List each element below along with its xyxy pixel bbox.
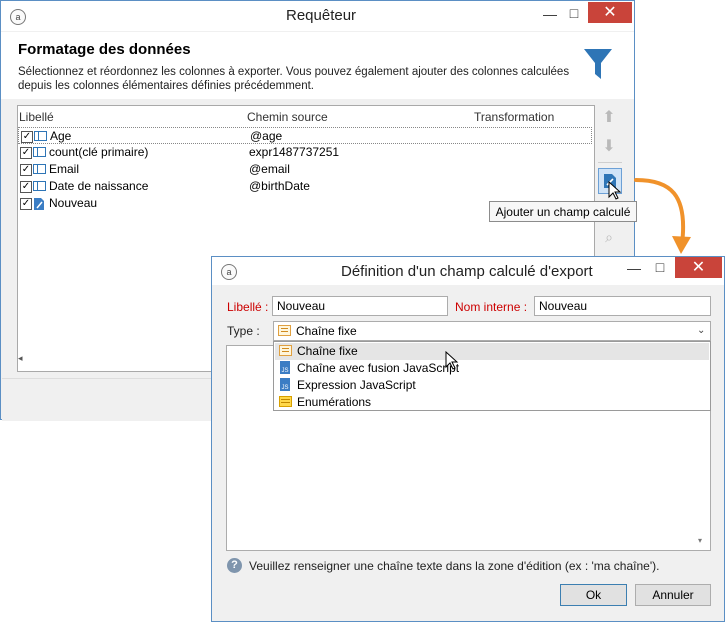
minimize-icon[interactable]: — [624,260,644,276]
row-path: @age [250,129,283,143]
close-button[interactable]: ✕ [675,257,722,278]
row-path: @birthDate [249,179,310,193]
move-down-icon[interactable]: ⬇ [599,136,619,156]
dropdown-option-js-expression[interactable]: JS Expression JavaScript [275,377,709,394]
row-label: Age [50,129,72,143]
table-row[interactable]: ✓ Email @email [18,161,592,178]
internal-name-caption: Nom interne : [455,300,528,314]
type-select[interactable]: Chaîne fixe ⌄ [273,321,711,341]
main-window-title: Requêteur [286,7,357,24]
page-description-line2: depuis les colonnes élémentaires définie… [18,80,314,92]
row-path: expr1487737251 [249,145,340,159]
row-checkbox[interactable]: ✓ [20,181,32,193]
mouse-cursor-icon [445,351,459,370]
table-row[interactable]: ✓ count(clé primaire) expr1487737251 [18,144,592,161]
toolbar-divider [598,162,622,163]
option-label: Expression JavaScript [297,378,416,392]
internal-name-field[interactable]: Nouveau [534,296,711,316]
row-path: @email [249,162,290,176]
type-selected-value: Chaîne fixe [296,324,357,338]
calculated-field-icon [34,198,44,210]
field-icon [33,181,46,191]
adobe-campaign-icon: a [221,264,237,280]
page-description-line1: Sélectionnez et réordonnez les colonnes … [18,66,570,78]
row-label: count(clé primaire) [49,145,149,159]
column-header-transformation[interactable]: Transformation [474,110,554,124]
preview-icon[interactable]: ⌕ [599,229,619,246]
column-header-path[interactable]: Chemin source [247,110,328,124]
row-label: Nouveau [49,196,98,210]
row-label: Date de naissance [49,179,149,193]
header-panel: Formatage des données Sélectionnez et ré… [1,32,634,99]
option-label: Chaîne fixe [297,344,358,358]
field-icon [33,164,46,174]
option-label: Enumérations [297,395,372,409]
row-checkbox[interactable]: ✓ [20,147,32,159]
maximize-icon[interactable]: □ [564,5,584,21]
minimize-icon[interactable]: — [540,6,560,22]
row-checkbox[interactable]: ✓ [21,131,33,143]
dialog-titlebar[interactable]: a Définition d'un champ calculé d'export… [212,257,724,285]
mouse-cursor-icon [608,181,622,200]
enumeration-icon [279,396,292,407]
page-description: Sélectionnez et réordonnez les colonnes … [18,65,588,93]
javascript-file-icon: JS [280,361,290,374]
table-row[interactable]: ✓ Age @age [18,127,592,144]
cancel-button[interactable]: Annuler [635,584,711,606]
javascript-file-icon: JS [280,378,290,391]
row-checkbox[interactable]: ✓ [20,164,32,176]
label-field[interactable]: Nouveau [272,296,448,316]
row-label: Email [49,162,80,176]
close-button[interactable]: ✕ [588,2,632,23]
field-icon [34,131,47,141]
dialog-title: Définition d'un champ calculé d'export [341,263,593,280]
tooltip: Ajouter un champ calculé [489,201,637,222]
chevron-down-icon[interactable]: ⌄ [697,322,705,340]
table-row[interactable]: ✓ Date de naissance @birthDate [18,178,592,195]
fixed-string-icon [279,345,292,356]
move-up-icon[interactable]: ⬆ [599,107,619,127]
main-titlebar[interactable]: a Requêteur — □ ✕ [1,1,634,31]
type-caption: Type : [227,324,260,338]
ok-button[interactable]: Ok [560,584,627,606]
hint-text: Veuillez renseigner une chaîne texte dan… [249,559,660,573]
dropdown-option-enumerations[interactable]: Enumérations [275,394,709,411]
label-caption: Libellé : [227,300,269,314]
fixed-string-icon [278,325,291,336]
page-title: Formatage des données [18,41,191,58]
annotation-arrow-icon [634,178,691,254]
scroll-down-icon[interactable]: ▾ [698,536,702,545]
option-label: Chaîne avec fusion JavaScript [297,361,460,375]
filter-icon [584,49,612,79]
field-icon [33,147,46,157]
column-header-label[interactable]: Libellé [19,110,54,124]
maximize-icon[interactable]: □ [650,259,670,275]
row-checkbox[interactable]: ✓ [20,198,32,210]
adobe-campaign-icon: a [10,9,26,25]
type-dropdown-list: Chaîne fixe JS Chaîne avec fusion JavaSc… [273,341,711,411]
dropdown-option-js-merge[interactable]: JS Chaîne avec fusion JavaScript [275,360,709,377]
dropdown-option-fixed-string[interactable]: Chaîne fixe [275,343,709,360]
scroll-left-icon[interactable]: ◂ [18,353,28,367]
help-icon: ? [227,558,242,573]
